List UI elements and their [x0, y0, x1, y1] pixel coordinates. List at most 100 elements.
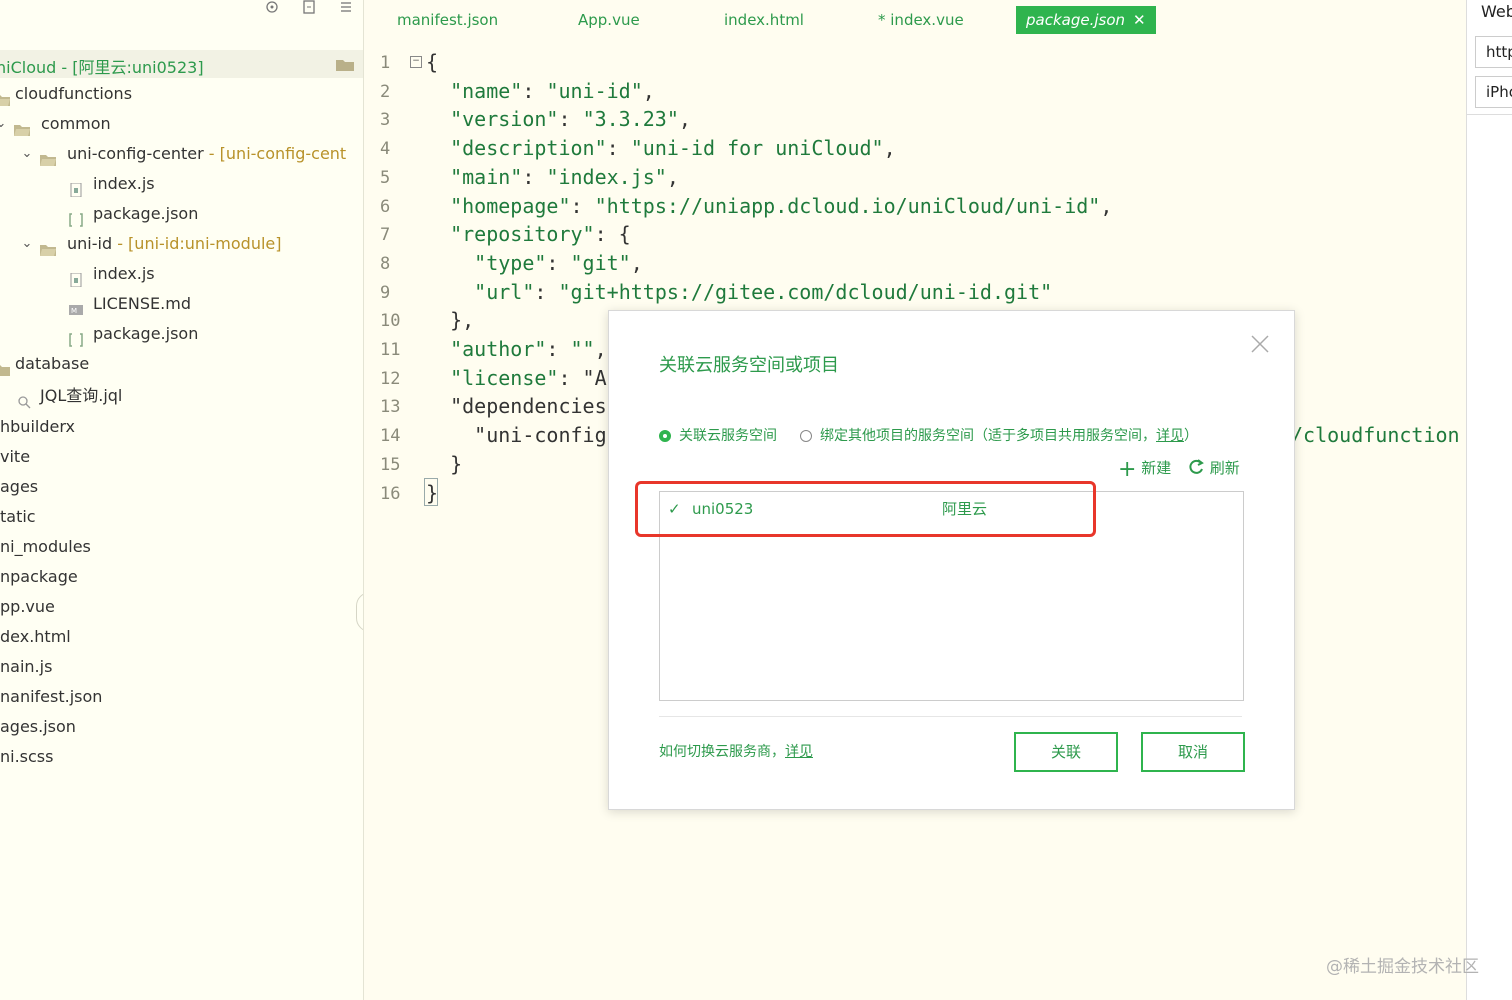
tree-item[interactable]: cloudfunctions	[0, 79, 363, 109]
help-details-link[interactable]: 详见	[785, 744, 813, 760]
tree-item-label: index.js	[93, 169, 155, 199]
project-root-unicloud[interactable]: niCloud - [阿里云:uni0523]	[0, 50, 363, 78]
radio-label: 绑定其他项目的服务空间（适于多项目共用服务空间，	[820, 428, 1156, 444]
preview-url-field[interactable]: http	[1475, 36, 1512, 68]
code-line[interactable]: "license": "A	[426, 366, 607, 390]
code-line[interactable]: "author": "",	[426, 337, 607, 361]
preview-title: Web	[1481, 2, 1512, 21]
code-line[interactable]: "dependencies	[426, 394, 607, 418]
code-line[interactable]: "uni-config	[426, 423, 606, 447]
line-number: 5	[380, 167, 391, 188]
tree-item[interactable]: ages.json	[0, 712, 363, 742]
tree-item[interactable]: ⌄ common	[0, 109, 363, 139]
tree-item-label: dex.html	[0, 622, 71, 652]
cancel-button[interactable]: 取消	[1141, 732, 1245, 772]
code-line[interactable]: "repository": {	[426, 222, 631, 246]
item-name: ni_modules	[0, 537, 91, 556]
folder-open-icon	[40, 237, 56, 256]
code-line[interactable]: },	[426, 308, 474, 332]
tree-item[interactable]: hbuilderx	[0, 412, 363, 442]
tab-package-json[interactable]: package.json ✕	[1016, 6, 1156, 34]
json-file-icon	[68, 207, 84, 227]
chevron-down-icon[interactable]: ⌄	[20, 229, 34, 259]
tree-item[interactable]: nanifest.json	[0, 682, 363, 712]
item-name: ages	[0, 477, 39, 496]
line-number: 6	[380, 196, 391, 217]
tree-item[interactable]: tatic	[0, 502, 363, 532]
collapse-all-icon[interactable]	[299, 0, 319, 16]
radio-label: 关联云服务空间	[679, 428, 777, 444]
line-number: 9	[380, 282, 391, 303]
tree-item[interactable]: vite	[0, 442, 363, 472]
radio-bind-other-project[interactable]: 绑定其他项目的服务空间（适于多项目共用服务空间，详见）	[800, 425, 1198, 445]
item-name: cloudfunctions	[15, 84, 133, 103]
chevron-down-icon[interactable]: ⌄	[0, 109, 8, 139]
details-link[interactable]: 详见	[1156, 428, 1184, 444]
folder-open-icon	[40, 147, 56, 166]
tree-item[interactable]: pp.vue	[0, 592, 363, 622]
tree-item[interactable]: nain.js	[0, 652, 363, 682]
tree-item[interactable]: ni.scss	[0, 742, 363, 772]
item-name: uni-config-center	[67, 144, 204, 163]
tree-item[interactable]: ⌄ uni-id - [uni-id:uni-module]	[0, 229, 363, 259]
tree-item[interactable]: JQL查询.jql	[0, 381, 363, 411]
line-number: 15	[380, 454, 401, 475]
new-space-button[interactable]: + 新建	[1118, 457, 1171, 482]
code-line[interactable]: }	[426, 452, 462, 476]
tree-item[interactable]: dex.html	[0, 622, 363, 652]
line-number: 14	[380, 426, 401, 447]
refresh-icon	[1189, 459, 1204, 474]
item-name: pp.vue	[0, 597, 55, 616]
code-line[interactable]: {	[426, 50, 438, 74]
tree-item-label: package.json	[93, 199, 198, 229]
locate-icon[interactable]	[262, 0, 282, 16]
item-name: nain.js	[0, 657, 53, 676]
radio-link-cloud-space[interactable]: 关联云服务空间	[659, 425, 777, 445]
tree-item[interactable]: ni_modules	[0, 532, 363, 562]
item-name: hbuilderx	[0, 417, 75, 436]
item-name: JQL查询.jql	[40, 386, 123, 405]
code-line[interactable]: "version": "3.3.23",	[426, 107, 691, 131]
tree-item[interactable]: index.js	[0, 259, 363, 289]
menu-icon[interactable]	[336, 0, 356, 16]
tree-item[interactable]: npackage	[0, 562, 363, 592]
close-tab-icon[interactable]: ✕	[1133, 11, 1146, 29]
line-number: 10	[380, 311, 401, 332]
tree-item-label: JQL查询.jql	[40, 381, 122, 411]
highlight-annotation	[635, 481, 1096, 537]
code-line[interactable]: "homepage": "https://uniapp.dcloud.io/un…	[426, 194, 1112, 218]
tree-item[interactable]: M LICENSE.md	[0, 289, 363, 319]
tab-index-html[interactable]: index.html	[724, 6, 804, 34]
tree-item[interactable]: index.js	[0, 169, 363, 199]
tree-item[interactable]: package.json	[0, 199, 363, 229]
code-line[interactable]: "url": "git+https://gitee.com/dcloud/uni…	[426, 280, 1052, 304]
device-select[interactable]: iPho	[1475, 76, 1512, 108]
code-line[interactable]: "name": "uni-id",	[426, 79, 655, 103]
close-icon[interactable]	[1249, 333, 1271, 355]
svg-text:M: M	[71, 307, 77, 315]
code-line[interactable]: "main": "index.js",	[426, 165, 679, 189]
line-number: 11	[380, 340, 401, 360]
item-name: uni-id	[67, 234, 113, 253]
tree-item-label: pp.vue	[0, 592, 55, 622]
tree-item[interactable]: ages	[0, 472, 363, 502]
refresh-button[interactable]: 刷新	[1187, 457, 1240, 478]
tree-item-label: vite	[0, 442, 30, 472]
watermark: @稀土掘金技术社区	[1326, 957, 1479, 977]
js-file-icon	[68, 267, 84, 288]
chevron-down-icon[interactable]: ⌄	[20, 139, 34, 169]
tree-item-label: LICENSE.md	[93, 289, 191, 319]
tree-item[interactable]: package.json	[0, 319, 363, 349]
confirm-link-button[interactable]: 关联	[1014, 732, 1118, 772]
tab-app-vue[interactable]: App.vue	[578, 6, 640, 34]
tab-index-vue[interactable]: * index.vue	[878, 6, 964, 34]
preview-panel: Web http iPho	[1466, 0, 1512, 1000]
tree-item[interactable]: database	[0, 349, 363, 379]
code-line[interactable]: "type": "git",	[426, 251, 643, 275]
code-line[interactable]: "description": "uni-id for uniCloud",	[426, 136, 896, 160]
tree-item[interactable]: ⌄ uni-config-center - [uni-config-cent	[0, 139, 363, 169]
radio-unselected-icon	[800, 430, 812, 442]
fold-icon[interactable]: −	[410, 56, 422, 68]
folder-icon	[0, 357, 10, 376]
tab-manifest-json[interactable]: manifest.json	[397, 6, 498, 34]
